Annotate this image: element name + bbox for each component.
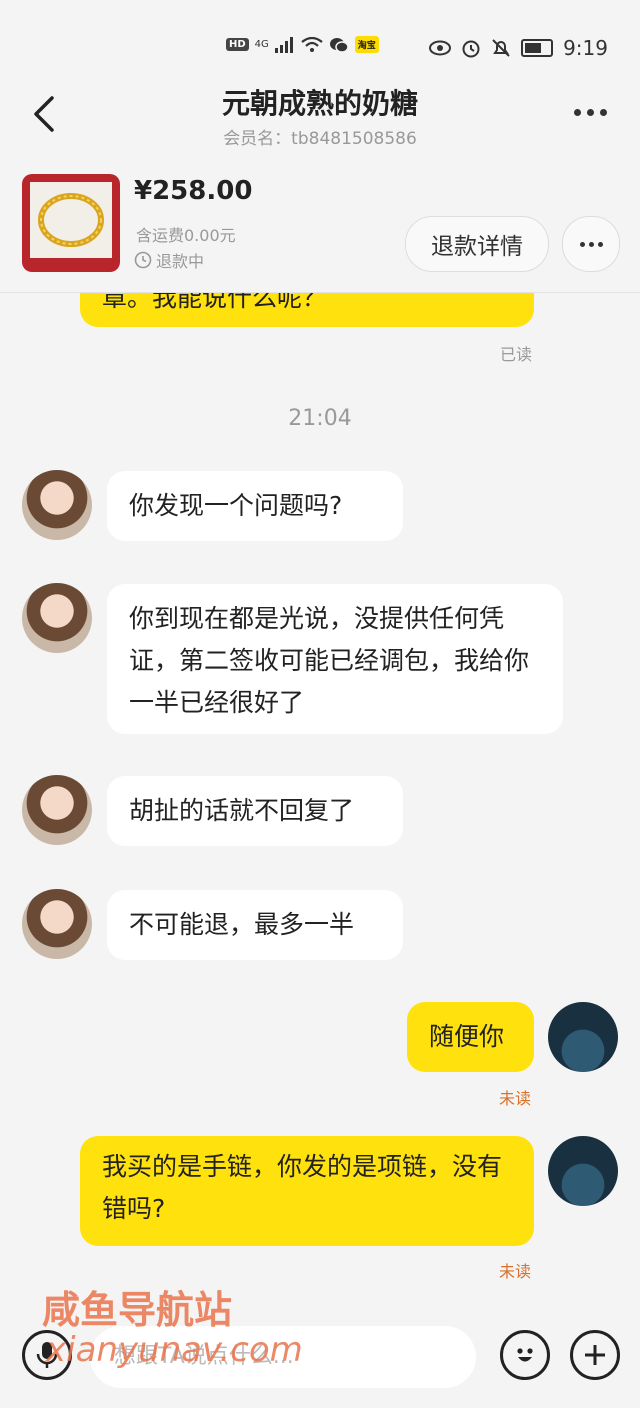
message-bubble-out[interactable]: 章。我能说什么呢？	[80, 293, 534, 327]
message-bubble-in[interactable]: 不可能退，最多一半	[107, 890, 403, 960]
add-button[interactable]	[570, 1330, 620, 1380]
emoji-button[interactable]	[500, 1330, 550, 1380]
dot-icon	[597, 241, 603, 247]
hd-badge: HD	[226, 38, 249, 51]
shipping-fee: 含运费0.00元	[136, 226, 236, 245]
plus-icon	[585, 1345, 605, 1365]
product-more-button[interactable]	[562, 216, 620, 272]
dot-icon	[579, 241, 585, 247]
product-price: ¥258.00	[134, 176, 253, 206]
chat-title: 元朝成熟的奶糖	[221, 87, 418, 120]
status-left-icons: HD 4G 淘宝	[226, 36, 379, 53]
chat-header: 元朝成熟的奶糖 会员名：tb8481508586	[0, 80, 640, 150]
seller-avatar[interactable]	[22, 889, 92, 959]
eye-icon	[429, 40, 452, 56]
seller-avatar[interactable]	[22, 775, 92, 845]
refund-status-text: 退款中	[156, 252, 205, 271]
time-divider: 21:04	[288, 406, 352, 431]
my-avatar[interactable]	[548, 1136, 618, 1206]
signal-icon	[274, 36, 293, 53]
message-bubble-out[interactable]: 随便你	[407, 1002, 534, 1072]
dot-icon	[574, 108, 581, 116]
wechat-icon	[329, 37, 349, 53]
dot-icon	[588, 241, 594, 247]
watermark-url: xianyunav.com	[46, 1330, 303, 1370]
unread-receipt: 未读	[499, 1089, 532, 1108]
network-badge: 4G	[254, 39, 269, 50]
partial-message-clip: 章。我能说什么呢？	[0, 293, 640, 333]
seller-avatar[interactable]	[22, 470, 92, 540]
alarm-icon	[462, 40, 480, 58]
member-name: 会员名：tb8481508586	[223, 129, 417, 149]
more-options-button[interactable]	[574, 100, 614, 124]
battery-icon	[521, 39, 554, 57]
smiley-icon	[517, 1348, 533, 1362]
dot-icon	[600, 108, 607, 116]
status-right-icons: 9:19	[429, 36, 608, 60]
watermark-title: 咸鱼导航站	[42, 1288, 233, 1332]
clock-icon	[134, 251, 152, 269]
product-thumbnail[interactable]	[22, 174, 120, 272]
status-time: 9:19	[563, 36, 608, 60]
my-avatar[interactable]	[548, 1002, 618, 1072]
unread-receipt: 未读	[499, 1262, 532, 1281]
refund-status: 退款中	[134, 248, 204, 272]
message-bubble-in[interactable]: 胡扯的话就不回复了	[107, 776, 403, 846]
seller-avatar[interactable]	[22, 583, 92, 653]
read-receipt: 已读	[500, 345, 533, 364]
message-bubble-in[interactable]: 你发现一个问题吗?	[107, 471, 403, 541]
taobao-app-badge: 淘宝	[354, 36, 379, 53]
refund-details-button[interactable]: 退款详情	[405, 216, 549, 272]
wifi-icon	[301, 36, 323, 52]
message-bubble-out[interactable]: 我买的是手链，你发的是项链，没有错吗?	[80, 1136, 534, 1246]
product-card[interactable]: ¥258.00 含运费0.00元 退款中 退款详情	[0, 160, 640, 293]
mute-bell-icon	[492, 39, 510, 57]
status-bar: HD 4G 淘宝 9:19	[0, 0, 640, 80]
bracelet-image	[22, 174, 120, 272]
dot-icon	[587, 108, 594, 116]
message-bubble-in[interactable]: 你到现在都是光说，没提供任何凭证，第二签收可能已经调包，我给你一半已经很好了	[107, 584, 563, 734]
